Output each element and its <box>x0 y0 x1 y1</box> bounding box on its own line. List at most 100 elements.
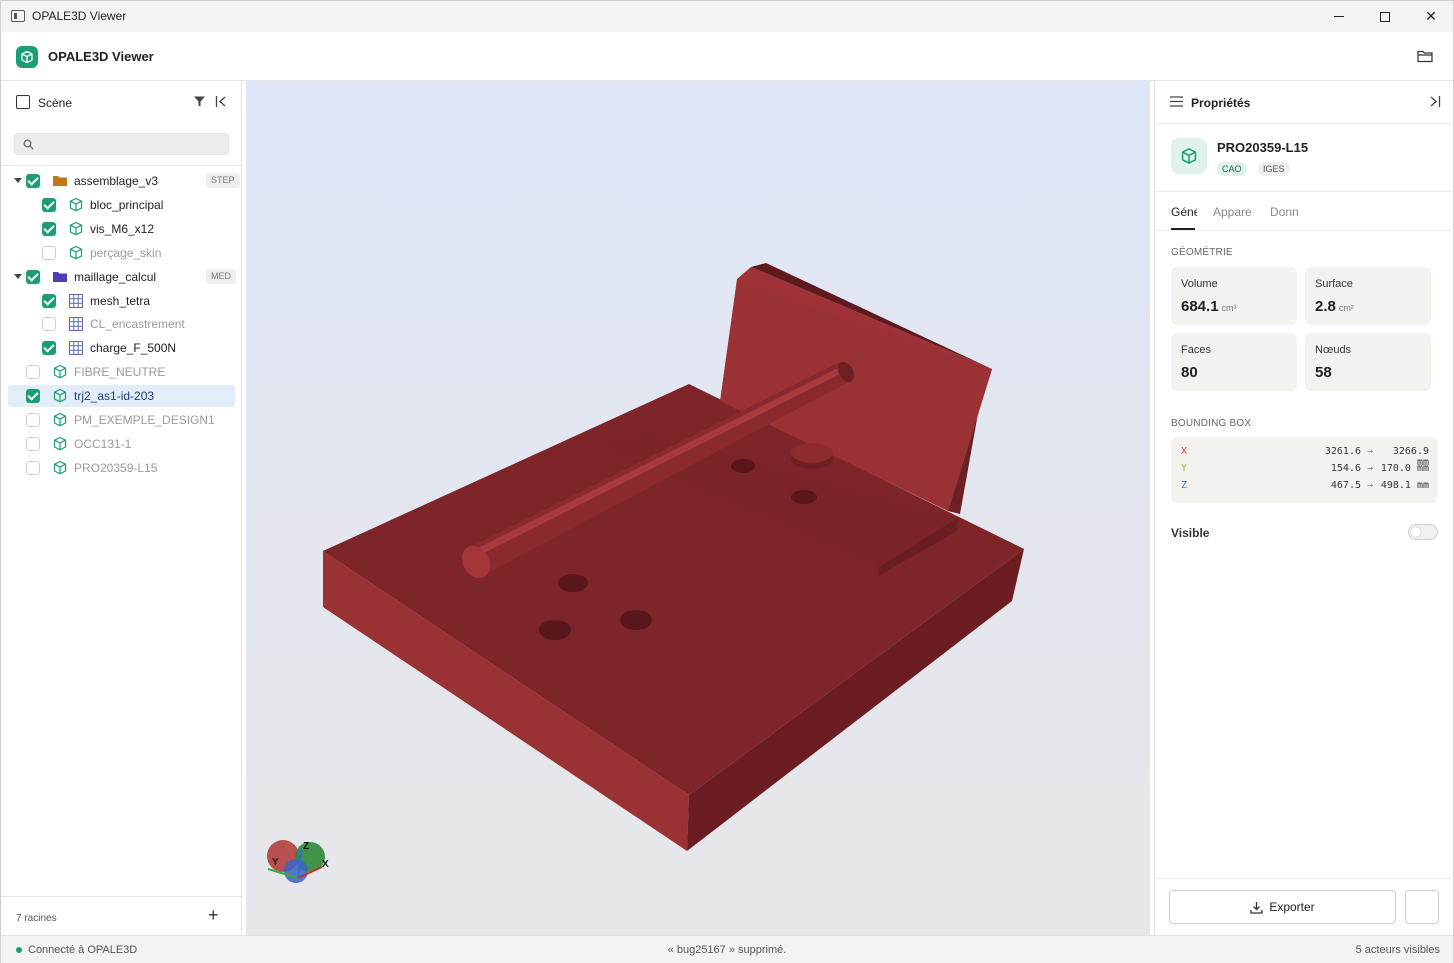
bbox-row: Z 467.5 → 498.1 mm <box>1171 478 1438 494</box>
minimize-icon <box>1334 16 1344 17</box>
tree-item[interactable]: FIBRE_NEUTRE <box>8 361 235 383</box>
hole <box>539 620 571 640</box>
tree-item[interactable]: CL_encastrement <box>8 313 235 335</box>
tab-general[interactable]: Géné <box>1171 205 1197 219</box>
expand-caret-icon[interactable] <box>14 178 22 183</box>
scene-search[interactable] <box>14 133 229 155</box>
object-chip-type: IGES <box>1258 162 1290 176</box>
visibility-checkbox[interactable] <box>26 389 40 404</box>
tree-item[interactable]: maillage_calcul MED <box>8 266 236 288</box>
faces-card: Faces 80 <box>1171 333 1297 391</box>
scene-icon <box>16 95 30 109</box>
visibility-checkbox[interactable] <box>42 293 56 308</box>
bbox-axis: X <box>1181 446 1188 457</box>
arrow-icon: → <box>1367 446 1374 457</box>
cube-icon <box>53 388 67 403</box>
divider <box>1 165 241 166</box>
status-message: « bug25167 » supprimé. <box>667 944 787 956</box>
export-button[interactable]: Exporter <box>1169 890 1396 924</box>
tree-item[interactable]: PRO20359-L15 <box>8 457 235 479</box>
bbox-axis: Z <box>1181 480 1188 491</box>
volume-unit: cm³ <box>1221 303 1237 313</box>
tree-item-label: assemblage_v3 <box>74 174 159 188</box>
search-icon <box>23 139 34 150</box>
cube-icon <box>1181 148 1197 164</box>
more-actions-button[interactable] <box>1405 890 1439 924</box>
app-header: OPALE3D Viewer <box>1 32 1453 81</box>
visibility-checkbox[interactable] <box>42 245 56 260</box>
surface-value: 2.8 <box>1315 298 1336 315</box>
bbox-max: 170.0 mm <box>1380 463 1429 474</box>
add-root-button[interactable]: + <box>208 906 219 924</box>
tree-item-label: OCC131-1 <box>74 436 132 451</box>
bbox-row: X 3261.6 → 3266.9 mm <box>1171 444 1438 468</box>
gizmo-blue-disc <box>284 859 308 883</box>
visible-label: Visible <box>1171 526 1210 540</box>
tree-item-label: charge_F_500N <box>90 341 177 356</box>
tree-item[interactable]: PM_EXEMPLE_DESIGN1 <box>8 409 235 431</box>
visibility-checkbox[interactable] <box>26 436 40 451</box>
model-render[interactable]: X Y Z <box>246 81 1150 935</box>
properties-header: Propriétés <box>1155 81 1454 124</box>
open-folder-icon[interactable] <box>1417 49 1433 63</box>
collapse-panel-icon[interactable] <box>215 95 227 108</box>
visibility-checkbox[interactable] <box>42 341 56 356</box>
tree-item-label: PM_EXEMPLE_DESIGN1 <box>74 413 215 427</box>
tree-item-label: PRO20359-L15 <box>74 460 158 475</box>
menu-icon[interactable] <box>1170 96 1183 107</box>
3d-viewport[interactable]: X Y Z <box>246 81 1150 935</box>
tab-appearance[interactable]: Appare <box>1213 205 1255 219</box>
visibility-checkbox[interactable] <box>42 221 56 236</box>
search-input[interactable] <box>41 136 221 152</box>
minimize-button[interactable] <box>1316 1 1362 32</box>
visibility-checkbox[interactable] <box>26 174 40 188</box>
hole <box>791 490 817 504</box>
nodes-card: Nœuds 58 <box>1305 333 1431 391</box>
tree-item[interactable]: bloc_principal <box>8 194 235 216</box>
tab-data[interactable]: Donn <box>1270 205 1302 219</box>
cube-icon <box>53 365 67 379</box>
visibility-checkbox[interactable] <box>26 269 40 284</box>
visible-actors-count: 5 acteurs visibles <box>1355 944 1440 956</box>
cube-icon <box>69 245 83 260</box>
scene-panel: Scène assemblage_v3 STEP bloc_principalvis… <box>1 81 242 935</box>
hole <box>558 574 588 592</box>
tree-item[interactable]: OCC131-1 <box>8 433 235 455</box>
scene-title: Scène <box>38 96 73 110</box>
tree-item[interactable]: perçage_skin <box>8 242 235 264</box>
title-bar: OPALE3D Viewer ✕ <box>1 1 1453 32</box>
visibility-checkbox[interactable] <box>42 197 56 212</box>
app-name: OPALE3D Viewer <box>48 49 154 64</box>
expand-caret-icon[interactable] <box>14 273 22 279</box>
collapse-properties-icon[interactable] <box>1429 95 1441 108</box>
tree-item[interactable]: charge_F_500N <box>8 337 235 359</box>
tree-item[interactable]: mesh_tetra <box>8 290 235 312</box>
cube-icon <box>21 50 33 64</box>
mesh-grid-icon <box>69 317 83 332</box>
cube-icon <box>69 221 83 236</box>
tree-item[interactable]: vis_M6_x12 <box>8 218 235 240</box>
visibility-checkbox[interactable] <box>26 413 40 427</box>
download-icon <box>1250 901 1263 914</box>
tree-item-label: bloc_principal <box>90 197 164 212</box>
hole <box>731 459 755 473</box>
volume-value: 684.1 <box>1181 298 1219 315</box>
maximize-button[interactable] <box>1362 1 1408 32</box>
visible-toggle[interactable] <box>1408 524 1438 540</box>
bbox-section-title: BOUNDING BOX <box>1171 418 1252 429</box>
roots-count: 7 racines <box>16 913 57 924</box>
filter-icon[interactable] <box>193 95 206 108</box>
arrow-icon: → <box>1367 463 1374 474</box>
bbox-min: 467.5 <box>1330 480 1361 491</box>
tree-item[interactable]: assemblage_v3 STEP <box>8 170 240 192</box>
visibility-checkbox[interactable] <box>42 317 56 332</box>
window-app-icon <box>11 10 25 22</box>
visibility-checkbox[interactable] <box>26 460 40 475</box>
axes-gizmo[interactable]: X Y Z <box>267 840 329 883</box>
mesh-grid-icon <box>69 341 83 356</box>
app-window: OPALE3D Viewer ✕ OPALE3D Viewer Scène as… <box>0 0 1454 963</box>
close-window-button[interactable]: ✕ <box>1408 1 1454 32</box>
tree-item[interactable]: trj2_as1-id-203 <box>8 385 235 408</box>
properties-footer: Exporter <box>1155 878 1454 935</box>
visibility-checkbox[interactable] <box>26 365 40 380</box>
